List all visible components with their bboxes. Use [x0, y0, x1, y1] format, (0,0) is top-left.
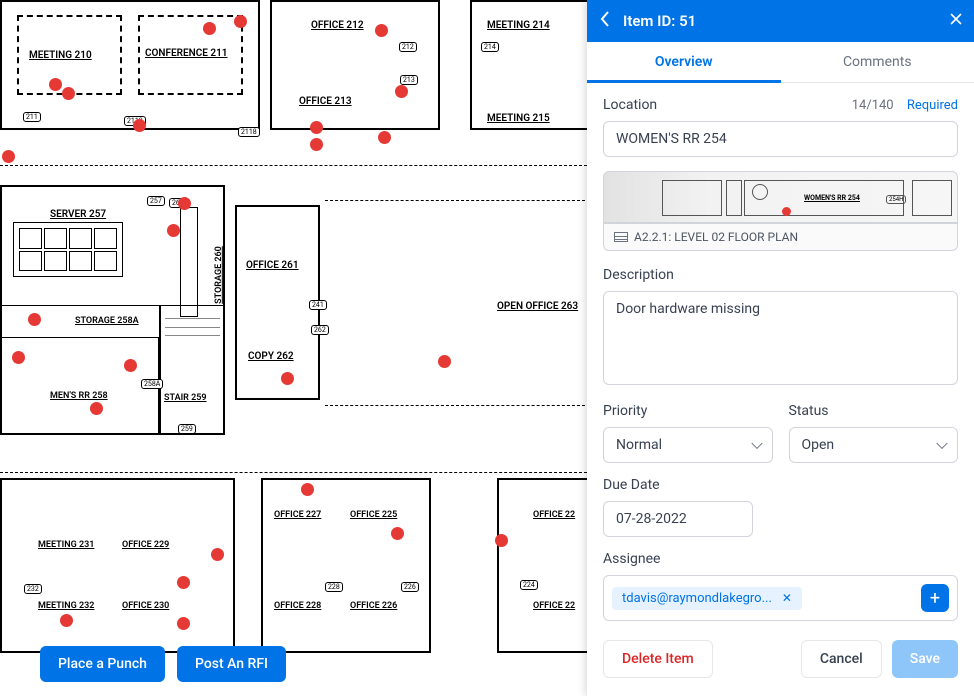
punch-marker[interactable]	[49, 78, 62, 91]
room-label: CONFERENCE 211	[145, 48, 228, 59]
location-label: Location	[603, 97, 657, 113]
room-label: MEETING 214	[487, 20, 550, 31]
punch-marker[interactable]	[2, 150, 15, 163]
room-label: OFFICE 230	[122, 601, 169, 611]
priority-label: Priority	[603, 403, 773, 419]
room-label: OFFICE 22	[533, 510, 575, 520]
punch-marker[interactable]	[203, 22, 216, 35]
assignee-label: Assignee	[603, 551, 958, 567]
room-label: MEETING 231	[38, 540, 94, 550]
punch-marker[interactable]	[310, 121, 323, 134]
room-label: OFFICE 229	[122, 540, 169, 550]
due-date-label: Due Date	[603, 477, 958, 493]
punch-marker[interactable]	[167, 224, 180, 237]
room-label: COPY 262	[248, 351, 294, 362]
punch-marker[interactable]	[124, 359, 137, 372]
location-counter: 14/140	[852, 98, 894, 113]
room-label: MEN'S RR 258	[50, 391, 108, 401]
room-label: OFFICE 226	[350, 601, 397, 611]
location-input[interactable]	[603, 121, 958, 157]
room-label: SERVER 257	[50, 209, 106, 220]
tab-comments[interactable]: Comments	[781, 42, 974, 82]
tab-overview[interactable]: Overview	[587, 42, 781, 82]
description-input[interactable]	[603, 291, 958, 385]
blueprint-icon	[614, 232, 628, 242]
punch-marker[interactable]	[211, 548, 224, 561]
punch-marker[interactable]	[60, 614, 73, 627]
punch-marker[interactable]	[178, 197, 191, 210]
priority-select[interactable]: Normal	[603, 427, 773, 463]
punch-marker[interactable]	[234, 15, 247, 28]
punch-marker[interactable]	[12, 351, 25, 364]
room-label: OFFICE 228	[274, 601, 321, 611]
punch-marker[interactable]	[375, 24, 388, 37]
place-punch-button[interactable]: Place a Punch	[40, 646, 165, 682]
close-button[interactable]	[938, 13, 974, 29]
status-select[interactable]: Open	[789, 427, 959, 463]
assignee-chip: tdavis@raymondlakegro... ✕	[612, 587, 802, 610]
punch-marker[interactable]	[310, 138, 323, 151]
room-label: MEETING 232	[38, 601, 94, 611]
floorplan-preview[interactable]: WOMEN'S RR 254 254H	[603, 171, 958, 223]
status-label: Status	[789, 403, 959, 419]
due-date-input[interactable]	[603, 501, 753, 537]
back-button[interactable]	[587, 11, 623, 31]
room-label: OFFICE 213	[299, 96, 352, 107]
room-label: MEETING 210	[29, 50, 92, 61]
punch-marker[interactable]	[495, 534, 508, 547]
room-label: STORAGE 260	[214, 246, 224, 304]
description-label: Description	[603, 267, 958, 283]
item-detail-panel: Item ID: 51 Overview Comments Location 1…	[587, 0, 974, 696]
punch-marker[interactable]	[28, 313, 41, 326]
room-label: OFFICE 212	[311, 20, 364, 31]
punch-marker[interactable]	[133, 119, 146, 132]
room-label: OPEN OFFICE 263	[497, 301, 578, 312]
save-button[interactable]: Save	[892, 640, 958, 678]
punch-marker[interactable]	[301, 483, 314, 496]
delete-item-button[interactable]: Delete Item	[603, 640, 713, 678]
room-label: STAIR 259	[164, 393, 207, 403]
punch-marker[interactable]	[90, 402, 103, 415]
assignee-box[interactable]: tdavis@raymondlakegro... ✕ +	[603, 575, 958, 621]
punch-marker[interactable]	[391, 527, 404, 540]
room-label: STORAGE 258A	[75, 316, 139, 326]
punch-marker[interactable]	[177, 617, 190, 630]
post-rfi-button[interactable]: Post An RFI	[177, 646, 286, 682]
room-label: MEETING 215	[487, 113, 550, 124]
panel-title: Item ID: 51	[623, 12, 938, 30]
location-required: Required	[907, 98, 958, 113]
room-label: OFFICE 22	[533, 601, 575, 611]
room-label: OFFICE 227	[274, 510, 321, 520]
punch-marker[interactable]	[62, 87, 75, 100]
punch-marker[interactable]	[378, 131, 391, 144]
punch-marker[interactable]	[395, 85, 408, 98]
map-caption: A2.2.1: LEVEL 02 FLOOR PLAN	[634, 230, 798, 244]
punch-marker[interactable]	[281, 372, 294, 385]
assignee-remove-icon[interactable]: ✕	[782, 591, 792, 605]
punch-marker[interactable]	[438, 355, 451, 368]
room-label: OFFICE 225	[350, 510, 397, 520]
assignee-add-button[interactable]: +	[921, 584, 949, 612]
room-label: OFFICE 261	[246, 260, 299, 271]
punch-marker[interactable]	[177, 576, 190, 589]
cancel-button[interactable]: Cancel	[801, 640, 882, 678]
